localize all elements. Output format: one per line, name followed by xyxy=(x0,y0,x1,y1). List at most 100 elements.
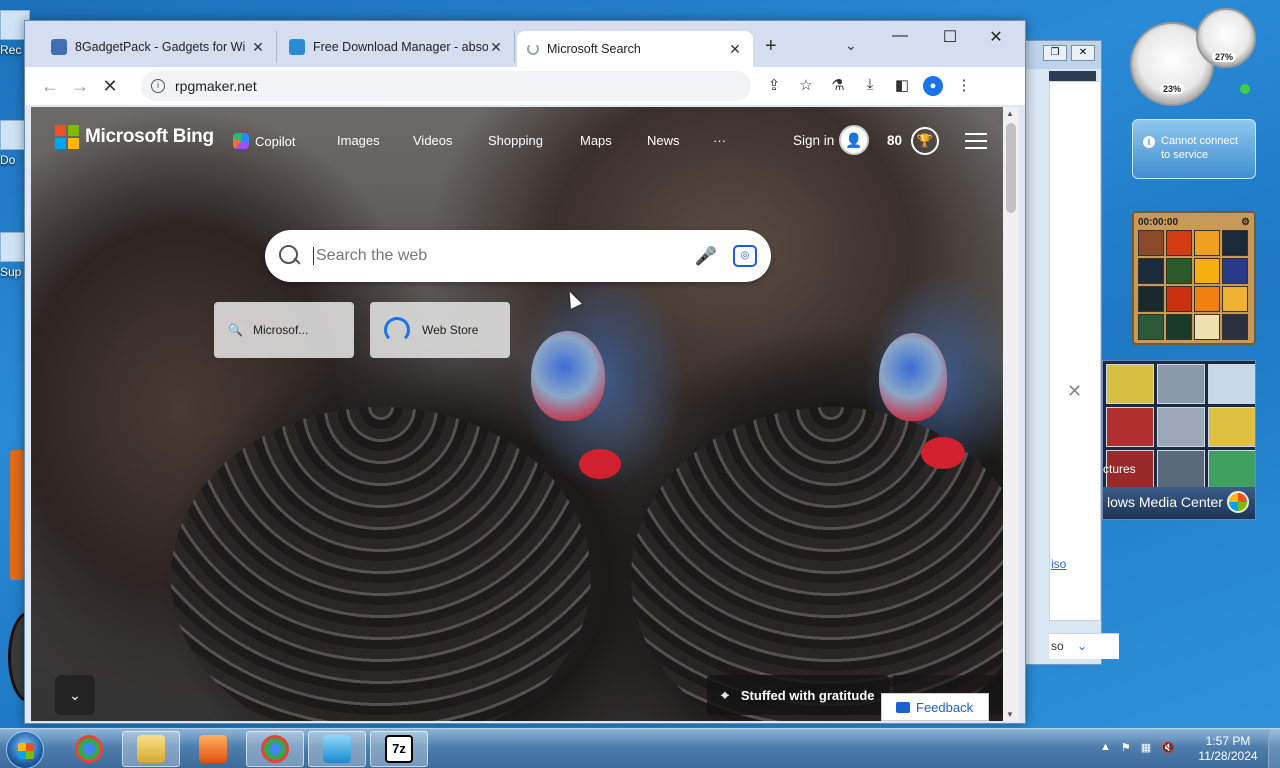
tab-8gadgetpack[interactable]: 8GadgetPack - Gadgets for Wi ✕ xyxy=(41,31,277,63)
puzzle-tile[interactable] xyxy=(1222,230,1248,256)
search-input[interactable] xyxy=(313,247,685,265)
puzzle-tile[interactable] xyxy=(1138,230,1164,256)
puzzle-tile[interactable] xyxy=(1194,258,1220,284)
expand-feed-button[interactable]: ⌄ xyxy=(55,675,95,715)
media-tile[interactable] xyxy=(1208,450,1255,490)
nav-copilot[interactable]: Copilot xyxy=(233,133,295,149)
sign-in-link[interactable]: Sign in xyxy=(793,133,834,148)
scroll-up-arrow-icon[interactable]: ▲ xyxy=(1006,109,1014,118)
show-hidden-icons-icon[interactable]: ▲ xyxy=(1100,741,1111,754)
rewards-trophy-icon[interactable]: 🏆 xyxy=(911,127,939,155)
microphone-icon[interactable]: 🎤 xyxy=(691,246,721,267)
image-caption[interactable]: ⌖ Stuffed with gratitude xyxy=(707,675,889,715)
puzzle-tile[interactable] xyxy=(1222,258,1248,284)
taskbar-app-fdm[interactable] xyxy=(308,731,366,767)
close-icon[interactable]: ✕ xyxy=(250,39,266,56)
media-tile[interactable] xyxy=(1157,407,1205,447)
close-icon[interactable]: ✕ xyxy=(488,39,504,56)
puzzle-tile[interactable] xyxy=(1194,314,1220,340)
taskbar-app-explorer[interactable] xyxy=(122,731,180,767)
side-panel-icon[interactable]: ◧ xyxy=(891,76,913,96)
tab-search-button[interactable]: ⌄ xyxy=(845,37,857,54)
stop-button[interactable]: ✕ xyxy=(95,76,125,97)
user-avatar-icon[interactable]: 👤 xyxy=(839,125,869,155)
taskbar-app-media-player[interactable] xyxy=(184,731,242,767)
restore-button[interactable]: ❐ xyxy=(1043,45,1067,61)
bookmark-star-icon[interactable]: ☆ xyxy=(795,76,817,96)
site-info-icon[interactable]: i xyxy=(151,79,165,93)
desktop-icon-label: Rec xyxy=(0,43,22,57)
memory-meter-gadget[interactable]: 27% xyxy=(1196,8,1256,68)
rewards-points[interactable]: 80 xyxy=(887,133,902,148)
nav-news[interactable]: News xyxy=(647,133,680,148)
picture-puzzle-gadget[interactable]: 00:00:00 ⚙ xyxy=(1132,211,1256,345)
tab-microsoft-search[interactable]: Microsoft Search ✕ xyxy=(517,31,753,67)
puzzle-tile[interactable] xyxy=(1166,258,1192,284)
close-window-button[interactable]: ✕ xyxy=(981,27,1011,47)
vertical-scrollbar[interactable]: ▲ ▼ xyxy=(1003,107,1019,721)
close-icon[interactable]: ✕ xyxy=(1067,381,1082,402)
nav-more[interactable]: ··· xyxy=(713,133,726,148)
media-tile[interactable] xyxy=(1157,364,1205,404)
show-desktop-button[interactable] xyxy=(1268,729,1280,768)
weather-gadget[interactable]: i Cannot connect to service xyxy=(1132,119,1256,179)
address-bar[interactable]: i rpgmaker.net xyxy=(141,71,751,101)
nav-videos[interactable]: Videos xyxy=(413,133,453,148)
puzzle-tile[interactable] xyxy=(1138,258,1164,284)
tab-free-download-manager[interactable]: Free Download Manager - abso ✕ xyxy=(279,31,515,63)
volume-muted-icon[interactable]: 🔇 xyxy=(1161,741,1175,754)
media-center-gadget[interactable]: ctures lows Media Center xyxy=(1102,360,1256,520)
quick-link-web-store[interactable]: Web Store xyxy=(370,302,510,358)
action-center-flag-icon[interactable]: ⚑ xyxy=(1121,741,1131,754)
puzzle-tile[interactable] xyxy=(1222,286,1248,312)
labs-flask-icon[interactable]: ⚗ xyxy=(827,76,849,96)
system-clock[interactable]: 1:57 PM 11/28/2024 xyxy=(1196,734,1260,764)
puzzle-tile[interactable] xyxy=(1166,230,1192,256)
scrollbar-thumb[interactable] xyxy=(1006,123,1016,213)
taskbar-app-chrome-2[interactable] xyxy=(246,731,304,767)
feedback-button[interactable]: Feedback xyxy=(881,693,989,721)
new-tab-button[interactable]: + xyxy=(765,35,777,58)
share-icon[interactable]: ⇪ xyxy=(763,76,785,96)
media-tile[interactable] xyxy=(1106,364,1154,404)
menu-kebab-icon[interactable]: ⋮ xyxy=(953,76,975,96)
puzzle-tile[interactable] xyxy=(1194,230,1220,256)
media-tile[interactable] xyxy=(1208,364,1255,404)
taskbar-app-7zip[interactable]: 7z xyxy=(370,731,428,767)
puzzle-tile[interactable] xyxy=(1222,314,1248,340)
start-button[interactable] xyxy=(6,731,44,768)
media-tile[interactable] xyxy=(1208,407,1255,447)
search-box[interactable]: 🎤 ◎ xyxy=(265,230,771,282)
maximize-button[interactable]: ☐ xyxy=(935,27,965,47)
close-icon[interactable]: ✕ xyxy=(727,41,743,58)
browser-window[interactable]: 8GadgetPack - Gadgets for Wi ✕ Free Down… xyxy=(24,20,1026,724)
forward-button[interactable]: → xyxy=(65,76,95,97)
background-window-link[interactable]: iso xyxy=(1051,557,1066,571)
nav-images[interactable]: Images xyxy=(337,133,380,148)
puzzle-controls-icon[interactable]: ⚙ xyxy=(1241,217,1250,228)
puzzle-tile[interactable] xyxy=(1166,286,1192,312)
nav-maps[interactable]: Maps xyxy=(580,133,612,148)
hamburger-menu-icon[interactable] xyxy=(965,133,987,154)
bing-logo[interactable]: Microsoft Bing xyxy=(55,125,214,149)
close-button[interactable]: ✕ xyxy=(1071,45,1095,61)
minimize-button[interactable]: — xyxy=(885,27,915,45)
toolbar-actions: ⇪ ☆ ⚗ ⤓ ◧ ● ⋮ xyxy=(763,76,975,96)
scroll-down-arrow-icon[interactable]: ▼ xyxy=(1006,710,1014,719)
download-icon[interactable]: ⤓ xyxy=(859,76,881,96)
nav-shopping[interactable]: Shopping xyxy=(488,133,543,148)
background-window-dropdown[interactable]: so ⌄ xyxy=(1049,633,1119,659)
background-window[interactable]: ❐ ✕ ✕ iso so ⌄ xyxy=(1022,40,1119,665)
visual-search-icon[interactable]: ◎ xyxy=(733,245,757,267)
puzzle-tile[interactable] xyxy=(1138,286,1164,312)
puzzle-tile[interactable] xyxy=(1166,314,1192,340)
back-button[interactable]: ← xyxy=(35,76,65,97)
network-icon[interactable]: ▦ xyxy=(1141,741,1151,754)
profile-icon[interactable]: ● xyxy=(923,76,943,96)
media-tile[interactable] xyxy=(1157,450,1205,490)
quick-link-microsoft[interactable]: 🔍 Microsof... xyxy=(214,302,354,358)
media-tile[interactable] xyxy=(1106,407,1154,447)
puzzle-tile[interactable] xyxy=(1138,314,1164,340)
puzzle-tile[interactable] xyxy=(1194,286,1220,312)
taskbar-app-chrome[interactable] xyxy=(60,731,118,767)
